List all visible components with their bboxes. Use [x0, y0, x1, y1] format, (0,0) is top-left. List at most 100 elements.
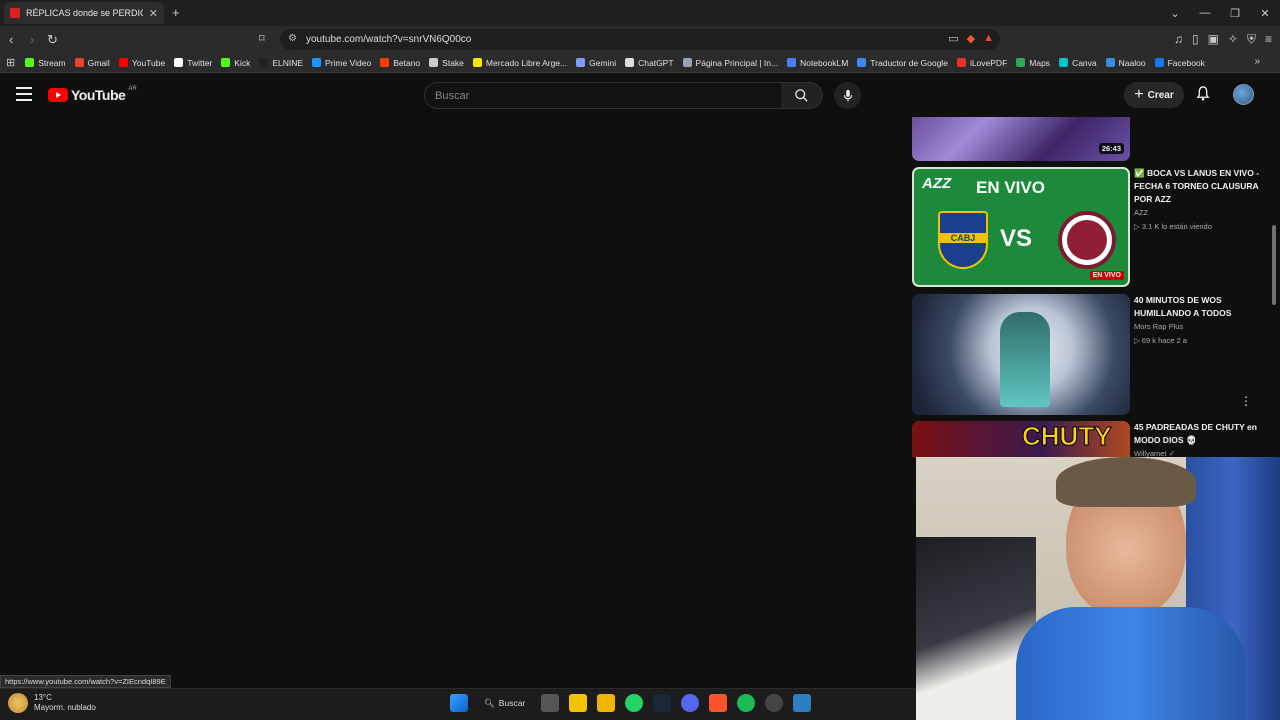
bookmark-item[interactable]: Canva [1059, 58, 1097, 68]
bookmark-favicon-icon [472, 58, 482, 67]
bookmark-item[interactable]: Maps [1016, 58, 1050, 68]
menu-icon[interactable]: ≡ [1265, 32, 1272, 47]
bookmark-item[interactable]: NotebookLM [787, 58, 848, 68]
notifications-bell-icon[interactable] [1196, 86, 1210, 101]
video-thumbnail[interactable]: CHUTY [912, 421, 1130, 457]
channel-name[interactable]: Mors Rap Plus [1134, 322, 1262, 331]
voice-search-button[interactable] [834, 82, 861, 109]
sidebar-icon[interactable]: ▯ [1192, 32, 1199, 47]
bookmark-label: Prime Video [325, 57, 372, 68]
bookmark-label: Twitter [187, 57, 213, 68]
file-explorer-icon[interactable] [597, 694, 616, 712]
bookmark-list: Stream Gmail YouTube Twitter Kick ELNINE Prime… [25, 58, 1214, 68]
bookmark-item[interactable]: Twitter [174, 58, 212, 68]
reload-icon[interactable]: ↻ [47, 32, 58, 48]
bookmark-item[interactable]: Página Principal | In... [682, 57, 779, 68]
channel-name[interactable]: AZZ [1134, 208, 1262, 217]
address-bar[interactable]: ⚙ youtube.com/watch?v=snrVN6Q00co ▭ ◆ ▲ [280, 29, 1000, 50]
weather-widget[interactable]: 13°C Mayorm. nublado [8, 693, 96, 713]
bookmark-item[interactable]: Traductor de Google [857, 58, 948, 68]
bookmark-item[interactable]: ChatGPT [625, 58, 674, 68]
new-tab-button[interactable]: + [172, 5, 180, 20]
create-button[interactable]: + Crear [1124, 82, 1184, 108]
bookmark-label: Mercado Libre Arge... [485, 57, 568, 68]
bookmark-item[interactable]: YouTube [118, 58, 165, 68]
wallet-icon[interactable]: ▣ [1208, 32, 1219, 47]
search-input[interactable]: Buscar [424, 82, 782, 109]
leo-ai-icon[interactable]: ✧ [1228, 32, 1238, 47]
taskbar-apps: 🔍︎ Buscar [450, 694, 812, 712]
bookmark-item[interactable]: ELNINE [259, 58, 303, 68]
related-videos: 26:43 AZZ EN VIVO CABJ VS EN VIVO ✅ BOCA… [912, 117, 1268, 457]
avatar[interactable] [1233, 84, 1254, 105]
forward-icon[interactable]: › [30, 32, 34, 47]
bookmark-favicon-icon [956, 58, 966, 67]
restore-button[interactable]: ❐ [1220, 7, 1250, 20]
bookmark-item[interactable]: Betano [380, 58, 420, 68]
youtube-logo[interactable]: YouTube AR [48, 86, 137, 103]
bookmark-item[interactable]: Prime Video [312, 58, 371, 68]
browser-tab[interactable]: RÉPLICAS donde se PERDIÓ TODO ✕ [4, 2, 164, 24]
bookmark-favicon-icon [1059, 58, 1069, 67]
bookmark-label: Stream [38, 57, 66, 68]
start-icon[interactable] [450, 694, 468, 712]
steam-icon[interactable] [653, 694, 672, 712]
obs-icon[interactable] [765, 694, 784, 712]
search-button[interactable] [781, 82, 823, 109]
video-duration: 26:43 [1098, 143, 1124, 154]
bookmark-item[interactable]: Stake [429, 58, 464, 68]
photos-icon[interactable] [793, 694, 812, 712]
bookmark-favicon-icon [1016, 58, 1026, 67]
logo-text: YouTube [71, 87, 126, 103]
more-actions-icon[interactable]: ⋮ [1240, 394, 1252, 408]
discord-icon[interactable] [681, 694, 700, 712]
guide-menu-icon[interactable] [16, 87, 32, 101]
channel-name[interactable]: Willyamet ✓ [1134, 449, 1262, 457]
taskbar-search[interactable]: 🔍︎ Buscar [478, 698, 531, 709]
cast-icon[interactable]: ▭ [948, 32, 958, 45]
page-scrollbar[interactable] [1272, 225, 1276, 305]
video-thumbnail[interactable]: AZZ EN VIVO CABJ VS EN VIVO [912, 167, 1130, 287]
back-icon[interactable]: ‹ [9, 32, 13, 47]
bookmark-item[interactable]: Naaloo [1105, 58, 1146, 68]
bookmarks-more-icon[interactable]: » [1254, 56, 1260, 67]
bookmark-favicon-icon [576, 58, 586, 67]
bookmark-label: Página Principal | In... [695, 57, 779, 68]
whatsapp-icon[interactable] [625, 694, 644, 712]
close-window-button[interactable]: ✕ [1250, 7, 1280, 20]
bookmark-item[interactable]: Stream [25, 57, 66, 68]
person-shirt [1016, 607, 1246, 720]
bookmark-page-icon[interactable]: ⌑ [259, 32, 265, 45]
bookmark-item[interactable]: Gmail [74, 58, 110, 68]
video-title[interactable]: 45 PADREADAS DE CHUTY en MODO DIOS 💀 [1134, 421, 1262, 447]
bookmark-item[interactable]: Gemini [576, 58, 616, 68]
bookmark-label: Facebook [1167, 57, 1205, 68]
minimize-button[interactable]: — [1190, 7, 1220, 19]
temperature: 13°C [34, 693, 52, 702]
video-thumbnail[interactable]: 26:43 [912, 117, 1130, 161]
brave-shields-icon[interactable]: ◆ [967, 32, 975, 45]
close-tab-icon[interactable]: ✕ [149, 7, 158, 20]
bookmark-item[interactable]: Kick [221, 58, 250, 68]
brave-browser-icon[interactable] [709, 694, 728, 712]
task-view-icon[interactable] [541, 694, 560, 712]
video-thumbnail[interactable] [912, 294, 1130, 415]
spotify-icon[interactable] [737, 694, 756, 712]
apps-grid-icon[interactable]: ⊞ [6, 56, 15, 69]
bookmark-label: iLovePDF [969, 57, 1008, 68]
brave-rewards-icon[interactable]: ▲ [983, 32, 994, 45]
sticky-notes-icon[interactable] [569, 694, 588, 712]
vpn-icon[interactable]: ⛨ [1247, 32, 1256, 47]
status-url: https://www.youtube.com/watch?v=ZIEcndqI… [0, 675, 171, 688]
bookmark-item[interactable]: iLovePDF [956, 57, 1008, 68]
video-title[interactable]: ✅ BOCA VS LANUS EN VIVO - FECHA 6 TORNEO… [1134, 167, 1262, 206]
bookmark-item[interactable]: Facebook [1154, 57, 1205, 68]
search-icon: 🔍︎ [484, 697, 495, 708]
media-icon[interactable]: ♫ [1174, 32, 1183, 47]
bookmark-item[interactable]: Mercado Libre Arge... [472, 57, 568, 68]
tab-search-icon[interactable]: ⌄ [1160, 7, 1190, 20]
taskbar-search-label: Buscar [498, 698, 526, 708]
video-title[interactable]: 40 MINUTOS DE WOS HUMILLANDO A TODOS [1134, 294, 1262, 320]
site-info-icon[interactable]: ⚙ [288, 33, 297, 44]
window-controls: ⌄ — ❐ ✕ [1160, 0, 1280, 26]
